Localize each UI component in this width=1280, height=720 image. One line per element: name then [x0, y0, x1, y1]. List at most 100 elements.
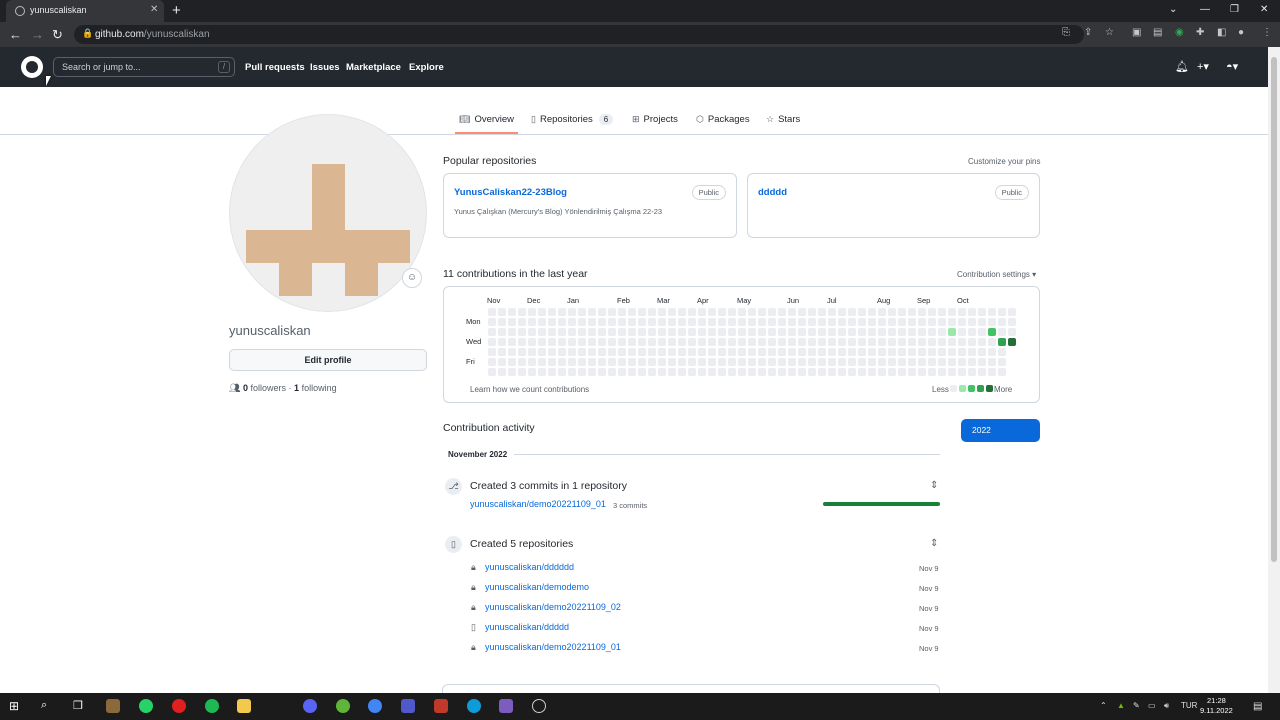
contribution-day-cell[interactable]	[818, 328, 826, 336]
browser-tab[interactable]: yunuscaliskan ✕	[6, 0, 164, 22]
contribution-day-cell[interactable]	[568, 338, 576, 346]
contribution-day-cell[interactable]	[838, 338, 846, 346]
contribution-day-cell[interactable]	[698, 308, 706, 316]
contribution-day-cell[interactable]	[488, 368, 496, 376]
contribution-day-cell[interactable]	[678, 338, 686, 346]
contribution-day-cell[interactable]	[578, 318, 586, 326]
contribution-day-cell[interactable]	[798, 358, 806, 366]
contribution-day-cell[interactable]	[988, 348, 996, 356]
contribution-day-cell[interactable]	[598, 318, 606, 326]
contribution-day-cell[interactable]	[878, 358, 886, 366]
contribution-day-cell[interactable]	[618, 368, 626, 376]
contribution-day-cell[interactable]	[858, 358, 866, 366]
contribution-day-cell[interactable]	[748, 368, 756, 376]
contribution-day-cell[interactable]	[798, 328, 806, 336]
contribution-day-cell[interactable]	[568, 348, 576, 356]
contribution-day-cell[interactable]	[788, 358, 796, 366]
contribution-day-cell[interactable]	[838, 318, 846, 326]
contribution-day-cell[interactable]	[908, 338, 916, 346]
share-icon[interactable]: ⇪	[1084, 27, 1092, 38]
contribution-day-cell[interactable]	[968, 348, 976, 356]
contribution-day-cell[interactable]	[568, 328, 576, 336]
contribution-day-cell[interactable]	[808, 318, 816, 326]
contribution-day-cell[interactable]	[728, 308, 736, 316]
contribution-day-cell[interactable]	[818, 308, 826, 316]
contribution-day-cell[interactable]	[848, 358, 856, 366]
contribution-day-cell[interactable]	[728, 348, 736, 356]
contribution-day-cell[interactable]	[848, 338, 856, 346]
contribution-day-cell[interactable]	[768, 358, 776, 366]
contribution-day-cell[interactable]	[598, 308, 606, 316]
contribution-day-cell[interactable]	[558, 358, 566, 366]
contribution-day-cell[interactable]	[708, 328, 716, 336]
contribution-day-cell[interactable]	[588, 308, 596, 316]
contribution-day-cell[interactable]	[708, 308, 716, 316]
contribution-day-cell[interactable]	[618, 308, 626, 316]
razer-icon[interactable]	[336, 699, 350, 713]
contribution-day-cell[interactable]	[618, 348, 626, 356]
contribution-day-cell[interactable]	[498, 338, 506, 346]
notification-center-icon[interactable]: ▤	[1253, 701, 1262, 712]
contribution-day-cell[interactable]	[818, 368, 826, 376]
contribution-day-cell[interactable]	[878, 348, 886, 356]
taskbar-clock[interactable]: 21:28 9.11.2022	[1200, 696, 1233, 716]
tab-search-icon[interactable]: ⌄	[1169, 4, 1177, 15]
contribution-day-cell[interactable]	[638, 368, 646, 376]
contribution-day-cell[interactable]	[748, 308, 756, 316]
contribution-day-cell[interactable]	[498, 368, 506, 376]
contribution-day-cell[interactable]	[808, 348, 816, 356]
contribution-day-cell[interactable]	[828, 368, 836, 376]
contribution-day-cell[interactable]	[488, 358, 496, 366]
created-repo-link[interactable]: yunuscaliskan/dddddd	[485, 562, 574, 572]
contribution-day-cell[interactable]	[978, 368, 986, 376]
contribution-day-cell[interactable]	[958, 338, 966, 346]
contribution-day-cell[interactable]	[968, 318, 976, 326]
contribution-day-cell[interactable]	[678, 308, 686, 316]
contribution-day-cell[interactable]	[698, 348, 706, 356]
contribution-day-cell[interactable]	[978, 358, 986, 366]
contribution-day-cell[interactable]	[938, 368, 946, 376]
contribution-day-cell[interactable]	[498, 308, 506, 316]
contribution-day-cell[interactable]	[728, 338, 736, 346]
contribution-day-cell[interactable]	[638, 328, 646, 336]
contribution-day-cell[interactable]	[988, 308, 996, 316]
teams-icon[interactable]	[401, 699, 415, 713]
contribution-day-cell[interactable]	[588, 318, 596, 326]
windows-start-icon[interactable]: ⊞	[9, 699, 23, 713]
contribution-day-cell[interactable]	[598, 338, 606, 346]
contribution-day-cell[interactable]	[1008, 328, 1016, 336]
nvidia-icon[interactable]: ▲	[1117, 701, 1125, 710]
contribution-day-cell[interactable]	[688, 318, 696, 326]
contribution-day-cell[interactable]	[948, 348, 956, 356]
contribution-day-cell[interactable]	[688, 368, 696, 376]
tray-app-icon[interactable]: ✎	[1133, 701, 1140, 710]
contribution-day-cell[interactable]	[568, 368, 576, 376]
contribution-day-cell[interactable]	[818, 358, 826, 366]
followers-count[interactable]: 0	[243, 383, 248, 393]
contribution-day-cell[interactable]	[508, 348, 516, 356]
task-view-icon[interactable]: ❒	[73, 699, 87, 713]
contribution-day-cell[interactable]	[908, 318, 916, 326]
commit-count-link[interactable]: 3 commits	[613, 501, 647, 510]
contribution-day-cell[interactable]	[658, 328, 666, 336]
edge-icon[interactable]	[467, 699, 481, 713]
contribution-day-cell[interactable]	[648, 328, 656, 336]
contribution-day-cell[interactable]	[518, 308, 526, 316]
contribution-day-cell[interactable]	[878, 318, 886, 326]
github-desktop-icon[interactable]	[532, 699, 546, 713]
contribution-day-cell[interactable]	[898, 328, 906, 336]
created-repo-link[interactable]: yunuscaliskan/ddddd	[485, 622, 569, 632]
contribution-day-cell[interactable]	[948, 328, 956, 336]
contribution-day-cell[interactable]	[868, 338, 876, 346]
contribution-day-cell[interactable]	[628, 368, 636, 376]
contribution-day-cell[interactable]	[678, 318, 686, 326]
new-tab-button[interactable]: +	[172, 2, 181, 19]
contribution-day-cell[interactable]	[518, 368, 526, 376]
contribution-day-cell[interactable]	[898, 308, 906, 316]
contribution-day-cell[interactable]	[688, 328, 696, 336]
contribution-day-cell[interactable]	[808, 358, 816, 366]
contribution-day-cell[interactable]	[618, 318, 626, 326]
contribution-day-cell[interactable]	[498, 348, 506, 356]
contribution-day-cell[interactable]	[698, 318, 706, 326]
address-bar[interactable]: 🔒 github.com/yunuscaliskan	[74, 25, 1084, 44]
